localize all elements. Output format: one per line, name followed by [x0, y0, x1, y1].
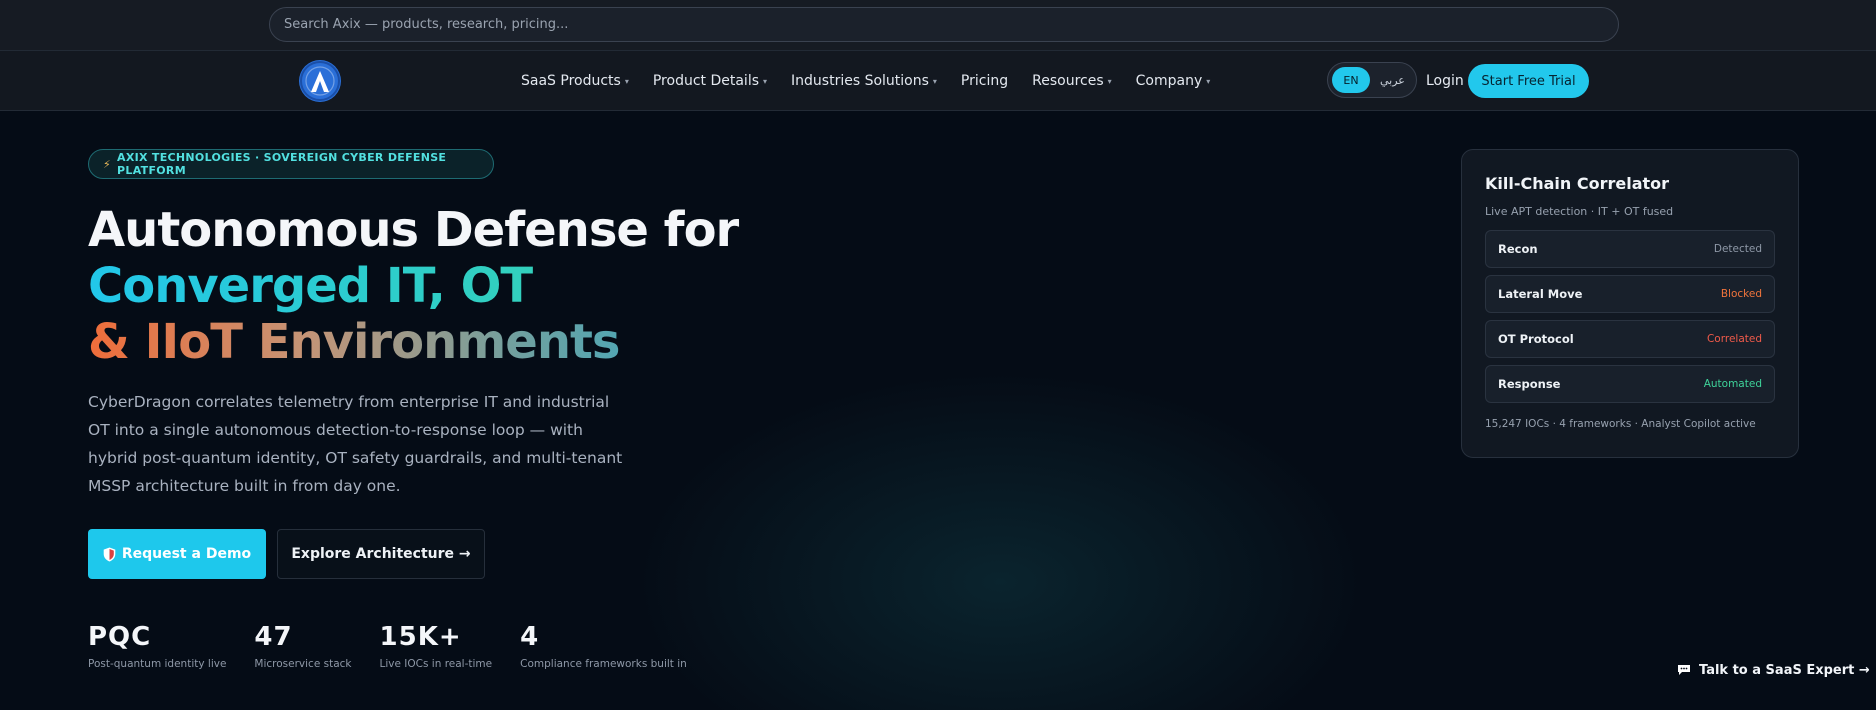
- stage-status: Correlated: [1706, 333, 1762, 345]
- hero-headline: Autonomous Defense for Converged IT, OT …: [88, 202, 808, 370]
- stat-item: 47 Microservice stack: [254, 622, 351, 670]
- demo-button-label: Request a Demo: [121, 546, 252, 562]
- stat-value: 4: [520, 622, 540, 652]
- stat-item: 4 Compliance frameworks built in: [520, 622, 687, 670]
- kill-chain-card: Kill-Chain Correlator Live APT detection…: [1461, 149, 1799, 458]
- stat-value: PQC: [88, 622, 152, 652]
- stage-row-recon: Recon Detected: [1485, 230, 1775, 268]
- lightning-icon: ⚡: [103, 157, 112, 171]
- request-demo-button[interactable]: Request a Demo: [88, 529, 266, 579]
- chevron-down-icon: ▾: [932, 76, 937, 86]
- expert-label: Talk to a SaaS Expert →: [1699, 662, 1870, 678]
- stat-label: Post-quantum identity live: [88, 658, 227, 670]
- card-footer: 15,247 IOCs · 4 frameworks · Analyst Cop…: [1485, 418, 1756, 430]
- chevron-down-icon: ▾: [1107, 76, 1112, 86]
- headline-line-3: & IIoT Environments: [88, 314, 808, 370]
- stat-value: 47: [254, 622, 293, 652]
- stage-row-response: Response Automated: [1485, 365, 1775, 403]
- main-navbar: SaaS Products ▾ Product Details ▾ Indust…: [0, 51, 1876, 111]
- chevron-down-icon: ▾: [763, 76, 768, 86]
- nav-industries-solutions[interactable]: Industries Solutions ▾: [791, 73, 937, 89]
- stat-item: 15K+ Live IOCs in real-time: [380, 622, 493, 670]
- stage-label: OT Protocol: [1498, 332, 1574, 346]
- stage-label: Response: [1498, 377, 1561, 391]
- axix-logo[interactable]: [299, 60, 341, 102]
- nav-label: SaaS Products: [521, 73, 621, 89]
- chevron-down-icon: ▾: [624, 76, 629, 86]
- search-input[interactable]: Search Axix — products, research, pricin…: [269, 7, 1619, 42]
- hero-section: ⚡ AXIX TECHNOLOGIES · SOVEREIGN CYBER DE…: [0, 112, 1876, 710]
- logo-icon: [300, 61, 340, 101]
- platform-badge: ⚡ AXIX TECHNOLOGIES · SOVEREIGN CYBER DE…: [88, 149, 494, 179]
- nav-product-details[interactable]: Product Details ▾: [653, 73, 767, 89]
- shield-icon: [103, 547, 116, 561]
- chevron-down-icon: ▾: [1206, 76, 1211, 86]
- talk-to-expert-button[interactable]: Talk to a SaaS Expert →: [1677, 660, 1870, 680]
- stat-label: Live IOCs in real-time: [379, 658, 493, 670]
- stat-label: Microservice stack: [254, 658, 352, 670]
- explore-architecture-button[interactable]: Explore Architecture →: [277, 529, 485, 579]
- top-search-bar: Search Axix — products, research, pricin…: [0, 0, 1876, 51]
- stage-row-lateral-move: Lateral Move Blocked: [1485, 275, 1775, 313]
- badge-text: AXIX TECHNOLOGIES · SOVEREIGN CYBER DEFE…: [117, 151, 447, 177]
- stage-status: Blocked: [1720, 288, 1762, 300]
- start-free-trial-button[interactable]: Start Free Trial: [1468, 64, 1589, 98]
- kill-chain-stages: Recon Detected Lateral Move Blocked OT P…: [1485, 230, 1775, 403]
- card-title: Kill-Chain Correlator: [1485, 174, 1670, 193]
- nav-label: Industries Solutions: [791, 73, 929, 89]
- nav-resources[interactable]: Resources ▾: [1032, 73, 1112, 89]
- stage-label: Recon: [1498, 242, 1538, 256]
- stats-row: PQC Post-quantum identity live 47 Micros…: [88, 622, 687, 670]
- stage-row-ot-protocol: OT Protocol Correlated: [1485, 320, 1775, 358]
- nav-pricing[interactable]: Pricing: [961, 73, 1008, 89]
- search-placeholder: Search Axix — products, research, pricin…: [284, 17, 569, 32]
- stat-label: Compliance frameworks built in: [520, 658, 687, 670]
- stat-value: 15K+: [379, 622, 462, 652]
- stat-item: PQC Post-quantum identity live: [88, 622, 226, 670]
- lang-en-button[interactable]: EN: [1332, 67, 1370, 93]
- card-subtitle: Live APT detection · IT + OT fused: [1485, 205, 1674, 218]
- stage-status: Detected: [1713, 243, 1762, 255]
- stage-label: Lateral Move: [1498, 287, 1583, 301]
- nav-label: Product Details: [652, 73, 760, 89]
- lang-ar-button[interactable]: عربي: [1376, 74, 1405, 87]
- headline-line-2: Converged IT, OT: [88, 258, 808, 314]
- nav-saas-products[interactable]: SaaS Products ▾: [521, 73, 629, 89]
- hero-description: CyberDragon correlates telemetry from en…: [88, 393, 623, 495]
- stage-status: Automated: [1703, 378, 1762, 390]
- headline-line-1: Autonomous Defense for: [88, 202, 739, 258]
- language-toggle: EN عربي: [1327, 62, 1417, 98]
- chat-icon: [1678, 665, 1690, 675]
- nav-label: Pricing: [960, 73, 1009, 89]
- nav-company[interactable]: Company ▾: [1136, 73, 1211, 89]
- nav-menu: SaaS Products ▾ Product Details ▾ Indust…: [521, 51, 1210, 111]
- login-link[interactable]: Login: [1426, 51, 1464, 111]
- nav-label: Company: [1135, 73, 1203, 89]
- nav-label: Resources: [1032, 73, 1104, 89]
